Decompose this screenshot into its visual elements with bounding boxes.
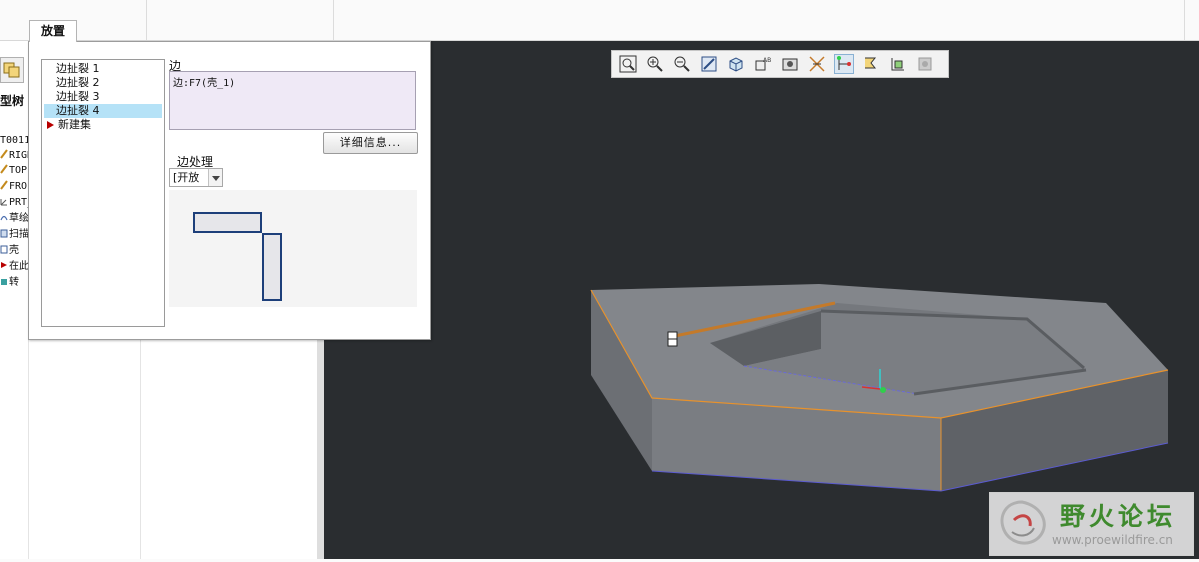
new-set-item[interactable]: 新建集 xyxy=(44,118,162,132)
tab-placement[interactable]: 放置 xyxy=(29,20,77,42)
top-toolbar-strip xyxy=(0,0,1199,41)
edge-treatment-preview xyxy=(169,190,417,307)
view-toolbar: AB xyxy=(611,50,949,78)
new-set-arrow-icon xyxy=(47,121,54,129)
svg-text:AB: AB xyxy=(763,57,771,64)
set-item[interactable]: 边扯裂 3 xyxy=(44,90,162,104)
csys-origin xyxy=(880,387,886,393)
tree-item-label: TOP xyxy=(9,165,28,176)
insert-arrow-icon xyxy=(1,262,7,268)
edge-treatment-select[interactable]: [开放 xyxy=(169,168,223,187)
sketch-icon xyxy=(0,215,8,221)
forum-logo-icon xyxy=(1000,500,1046,545)
new-set-label: 新建集 xyxy=(58,118,91,131)
tree-item-label: 在此 xyxy=(9,261,29,272)
edge-rip-set-list[interactable]: 边扯裂 1 边扯裂 2 边扯裂 3 边扯裂 4 新建集 xyxy=(41,59,165,327)
shell-icon xyxy=(0,245,8,254)
tree-item-label: T0011 xyxy=(0,135,31,146)
tree-item-part[interactable]: T0011 xyxy=(0,134,30,148)
view-orientation-icon[interactable] xyxy=(726,54,746,74)
spin-center-icon[interactable] xyxy=(834,54,854,74)
datum-display-icon[interactable] xyxy=(807,54,827,74)
chevron-down-icon[interactable] xyxy=(208,169,222,186)
tree-item-shell[interactable]: 壳 xyxy=(0,244,19,258)
zoom-out-icon[interactable] xyxy=(672,54,692,74)
datum-plane-icon xyxy=(0,149,8,159)
refit-icon[interactable] xyxy=(618,54,638,74)
sweep-icon xyxy=(0,229,8,238)
layer-icon[interactable] xyxy=(888,54,908,74)
convert-icon xyxy=(1,279,7,285)
render-icon[interactable] xyxy=(915,54,935,74)
watermark-title: 野火论坛 xyxy=(1060,502,1177,531)
tree-item-insert-here[interactable]: 在此 xyxy=(0,260,29,274)
set-item[interactable]: 边扯裂 1 xyxy=(44,62,162,76)
open-corner-preview-icon xyxy=(193,212,282,301)
tree-item-label: 壳 xyxy=(9,245,19,256)
graphics-window[interactable] xyxy=(324,41,1199,559)
set-item-selected[interactable]: 边扯裂 4 xyxy=(44,104,162,118)
datum-plane-icon xyxy=(0,164,8,174)
tree-item-sweep[interactable]: 扫描 xyxy=(0,228,29,242)
tree-item-label: 转 xyxy=(9,277,19,288)
edge-value: 边:F7(壳_1) xyxy=(173,78,236,89)
annotation-display-icon[interactable] xyxy=(861,54,881,74)
tree-item-top[interactable]: TOP xyxy=(0,164,27,178)
display-style-icon[interactable] xyxy=(780,54,800,74)
tree-item-label: 草绘 xyxy=(9,213,29,224)
repaint-icon[interactable] xyxy=(699,54,719,74)
tree-settings-icon[interactable] xyxy=(0,57,24,83)
saved-views-icon[interactable]: AB xyxy=(753,54,773,74)
zoom-in-icon[interactable] xyxy=(645,54,665,74)
tree-item-convert[interactable]: 转 xyxy=(0,276,19,290)
edge-treatment-value: [开放 xyxy=(173,171,200,184)
tree-item-label: 扫描 xyxy=(9,229,29,240)
details-button[interactable]: 详细信息... xyxy=(323,132,418,154)
watermark-url: www.proewildfire.cn xyxy=(1052,533,1173,547)
model-3d-view[interactable] xyxy=(324,41,1199,559)
set-item[interactable]: 边扯裂 2 xyxy=(44,76,162,90)
model-tree-heading: 型树 xyxy=(0,94,25,108)
datum-plane-icon xyxy=(0,180,8,190)
forum-watermark: 野火论坛 www.proewildfire.cn xyxy=(989,492,1194,556)
csys-icon xyxy=(0,199,7,206)
placement-panel: 边扯裂 1 边扯裂 2 边扯裂 3 边扯裂 4 新建集 边 边:F7(壳_1) … xyxy=(28,41,431,340)
edge-collector[interactable]: 边:F7(壳_1) xyxy=(169,71,416,130)
tree-item-sketch[interactable]: 草绘 xyxy=(0,212,29,226)
